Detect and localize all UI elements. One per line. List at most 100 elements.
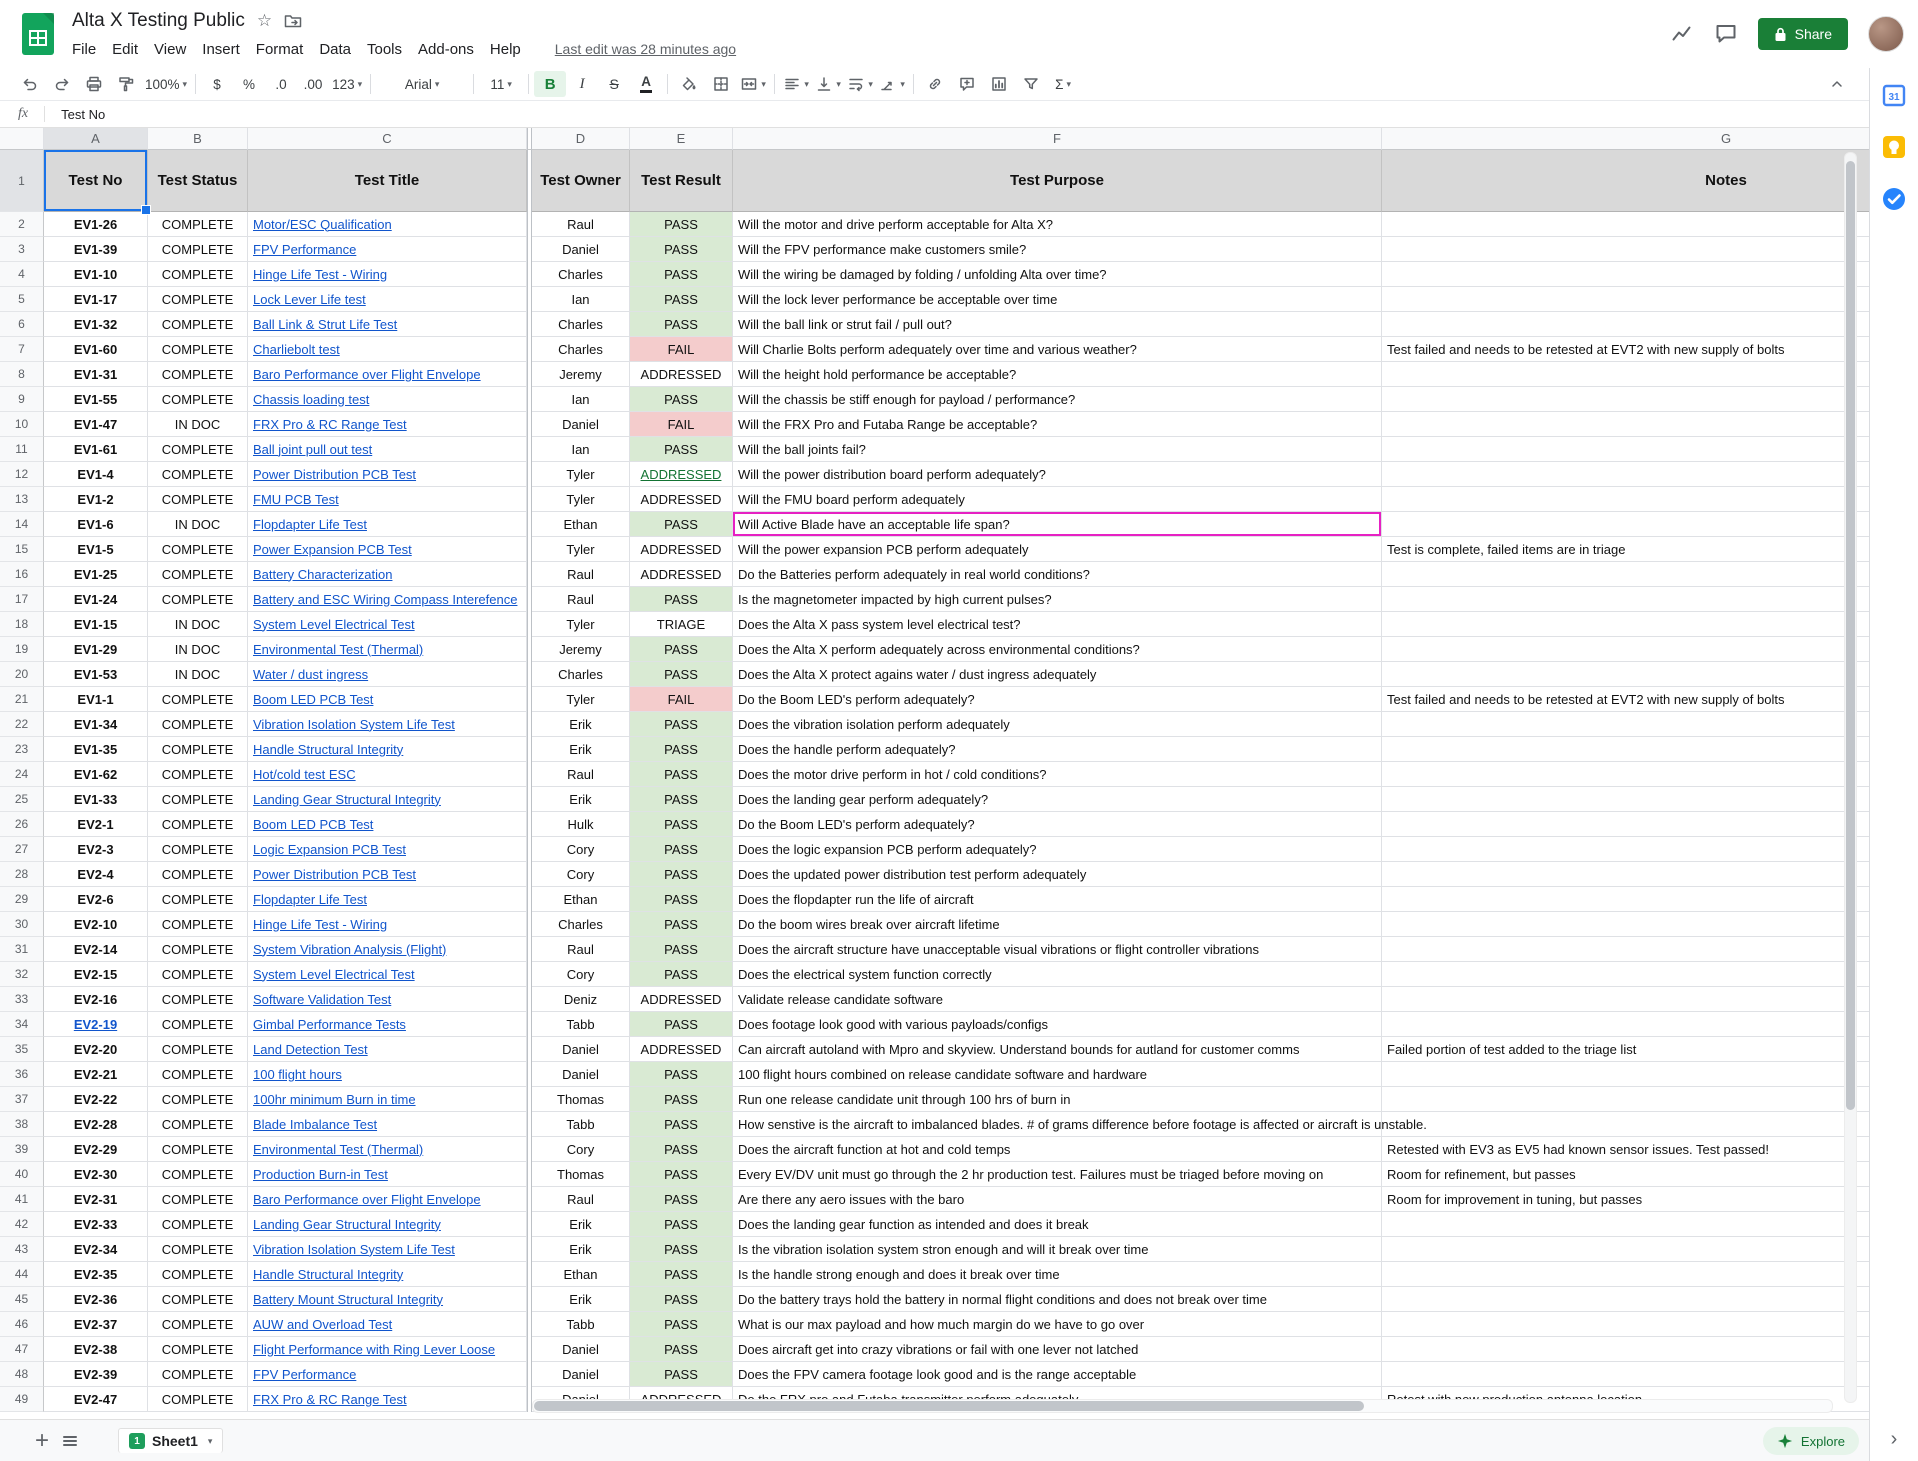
cell-test-owner[interactable]: Charles [532, 337, 630, 362]
cell-test-status[interactable]: COMPLETE [148, 762, 248, 787]
cell-test-title-link[interactable]: FPV Performance [248, 1362, 527, 1387]
cell-test-purpose[interactable]: Does the Alta X pass system level electr… [733, 612, 1382, 637]
cell-test-result[interactable]: PASS [630, 862, 733, 887]
cell-test-purpose[interactable]: Are there any aero issues with the baro [733, 1187, 1382, 1212]
cell-test-purpose[interactable]: Can aircraft autoland with Mpro and skyv… [733, 1037, 1382, 1062]
cell-test-title-link[interactable]: Water / dust ingress [248, 662, 527, 687]
keep-icon[interactable] [1881, 134, 1907, 160]
cell-test-owner[interactable]: Raul [532, 1187, 630, 1212]
column-header-d[interactable]: D [532, 128, 630, 150]
row-number[interactable]: 48 [0, 1362, 44, 1387]
cell-test-purpose[interactable]: Does the electrical system function corr… [733, 962, 1382, 987]
cell-test-title-link[interactable]: FPV Performance [248, 237, 527, 262]
cell-test-status[interactable]: COMPLETE [148, 1337, 248, 1362]
filter-button[interactable] [1015, 71, 1047, 97]
row-number[interactable]: 32 [0, 962, 44, 987]
cell-test-owner[interactable]: Erik [532, 1237, 630, 1262]
menu-file[interactable]: File [64, 39, 104, 60]
row-number[interactable]: 23 [0, 737, 44, 762]
cell-test-purpose[interactable]: Will the FRX Pro and Futaba Range be acc… [733, 412, 1382, 437]
print-button[interactable] [78, 71, 110, 97]
cell-test-result[interactable]: PASS [630, 1012, 733, 1037]
cell-test-status[interactable]: COMPLETE [148, 1287, 248, 1312]
cell-test-purpose[interactable]: Will the lock lever performance be accep… [733, 287, 1382, 312]
cell-test-no[interactable]: EV1-55 [44, 387, 148, 412]
cell-test-purpose[interactable]: Is the handle strong enough and does it … [733, 1262, 1382, 1287]
cell-test-owner[interactable]: Ian [532, 287, 630, 312]
cell-test-result[interactable]: PASS [630, 662, 733, 687]
cell-notes[interactable] [1382, 1012, 1869, 1037]
cell-test-owner[interactable]: Tyler [532, 462, 630, 487]
cell-test-owner[interactable]: Raul [532, 212, 630, 237]
cell-test-no[interactable]: EV1-2 [44, 487, 148, 512]
cell-test-status[interactable]: COMPLETE [148, 312, 248, 337]
menu-insert[interactable]: Insert [194, 39, 248, 60]
cell-test-purpose[interactable]: Does the flopdapter run the life of airc… [733, 887, 1382, 912]
merge-cells-button[interactable]: ▾ [737, 71, 769, 97]
tasks-icon[interactable] [1881, 186, 1907, 212]
cell-test-no[interactable]: EV1-53 [44, 662, 148, 687]
cell-notes[interactable] [1382, 887, 1869, 912]
row-number[interactable]: 30 [0, 912, 44, 937]
sheet-tab-active[interactable]: 1 Sheet1 ▾ [118, 1428, 223, 1453]
cell-test-no[interactable]: EV2-21 [44, 1062, 148, 1087]
row-number[interactable]: 11 [0, 437, 44, 462]
cell-test-purpose[interactable]: Do the battery trays hold the battery in… [733, 1287, 1382, 1312]
row-number[interactable]: 16 [0, 562, 44, 587]
cell-test-status[interactable]: COMPLETE [148, 562, 248, 587]
cell-test-result[interactable]: PASS [630, 937, 733, 962]
column-header-g[interactable]: G [1382, 128, 1869, 150]
insert-chart-button[interactable] [983, 71, 1015, 97]
cell-test-purpose[interactable]: Will Active Blade have an acceptable lif… [733, 512, 1382, 537]
menu-edit[interactable]: Edit [104, 39, 146, 60]
cell-test-title-link[interactable]: FMU PCB Test [248, 487, 527, 512]
cell-test-status[interactable]: IN DOC [148, 512, 248, 537]
cell-test-owner[interactable]: Erik [532, 737, 630, 762]
row-number[interactable]: 46 [0, 1312, 44, 1337]
cell-test-no[interactable]: EV2-22 [44, 1087, 148, 1112]
cell-test-no[interactable]: EV2-35 [44, 1262, 148, 1287]
cell-test-result[interactable]: PASS [630, 237, 733, 262]
cell-test-title-link[interactable]: FRX Pro & RC Range Test [248, 1387, 527, 1412]
cell-test-status[interactable]: COMPLETE [148, 487, 248, 512]
cell-test-owner[interactable]: Ethan [532, 887, 630, 912]
cell-test-title-link[interactable]: Power Expansion PCB Test [248, 537, 527, 562]
cell-test-no[interactable]: EV2-20 [44, 1037, 148, 1062]
header-test-title[interactable]: Test Title [248, 150, 527, 212]
menu-help[interactable]: Help [482, 39, 529, 60]
calendar-icon[interactable]: 31 [1881, 82, 1907, 108]
cell-test-purpose[interactable]: Does the aircraft function at hot and co… [733, 1137, 1382, 1162]
cell-test-no[interactable]: EV2-38 [44, 1337, 148, 1362]
cell-test-title-link[interactable]: Baro Performance over Flight Envelope [248, 1187, 527, 1212]
cell-test-owner[interactable]: Ian [532, 437, 630, 462]
cell-test-owner[interactable]: Daniel [532, 1337, 630, 1362]
cell-test-result[interactable]: ADDRESSED [630, 462, 733, 487]
cell-test-owner[interactable]: Daniel [532, 1037, 630, 1062]
cell-test-owner[interactable]: Ian [532, 387, 630, 412]
increase-decimal-button[interactable]: .00 [297, 71, 329, 97]
cell-test-title-link[interactable]: Logic Expansion PCB Test [248, 837, 527, 862]
cell-test-title-link[interactable]: Battery and ESC Wiring Compass Interefen… [248, 587, 527, 612]
cell-notes[interactable]: Test failed and needs to be retested at … [1382, 337, 1869, 362]
format-percent-button[interactable]: % [233, 71, 265, 97]
cell-test-title-link[interactable]: System Vibration Analysis (Flight) [248, 937, 527, 962]
row-number[interactable]: 49 [0, 1387, 44, 1412]
row-number[interactable]: 27 [0, 837, 44, 862]
cell-test-result[interactable]: PASS [630, 287, 733, 312]
hide-toolbar-button[interactable] [1821, 71, 1853, 97]
cell-test-owner[interactable]: Daniel [532, 1362, 630, 1387]
cell-test-purpose[interactable]: Does the handle perform adequately? [733, 737, 1382, 762]
cell-test-status[interactable]: COMPLETE [148, 937, 248, 962]
row-number[interactable]: 25 [0, 787, 44, 812]
cell-test-result[interactable]: PASS [630, 312, 733, 337]
cell-test-title-link[interactable]: Vibration Isolation System Life Test [248, 1237, 527, 1262]
cell-test-owner[interactable]: Tyler [532, 487, 630, 512]
cell-test-purpose[interactable]: Will the FPV performance make customers … [733, 237, 1382, 262]
row-number[interactable]: 15 [0, 537, 44, 562]
cell-test-purpose[interactable]: Will Charlie Bolts perform adequately ov… [733, 337, 1382, 362]
row-number[interactable]: 42 [0, 1212, 44, 1237]
menu-format[interactable]: Format [248, 39, 312, 60]
cell-test-purpose[interactable]: 100 flight hours combined on release can… [733, 1062, 1382, 1087]
cell-test-status[interactable]: COMPLETE [148, 787, 248, 812]
cell-test-result[interactable]: PASS [630, 262, 733, 287]
